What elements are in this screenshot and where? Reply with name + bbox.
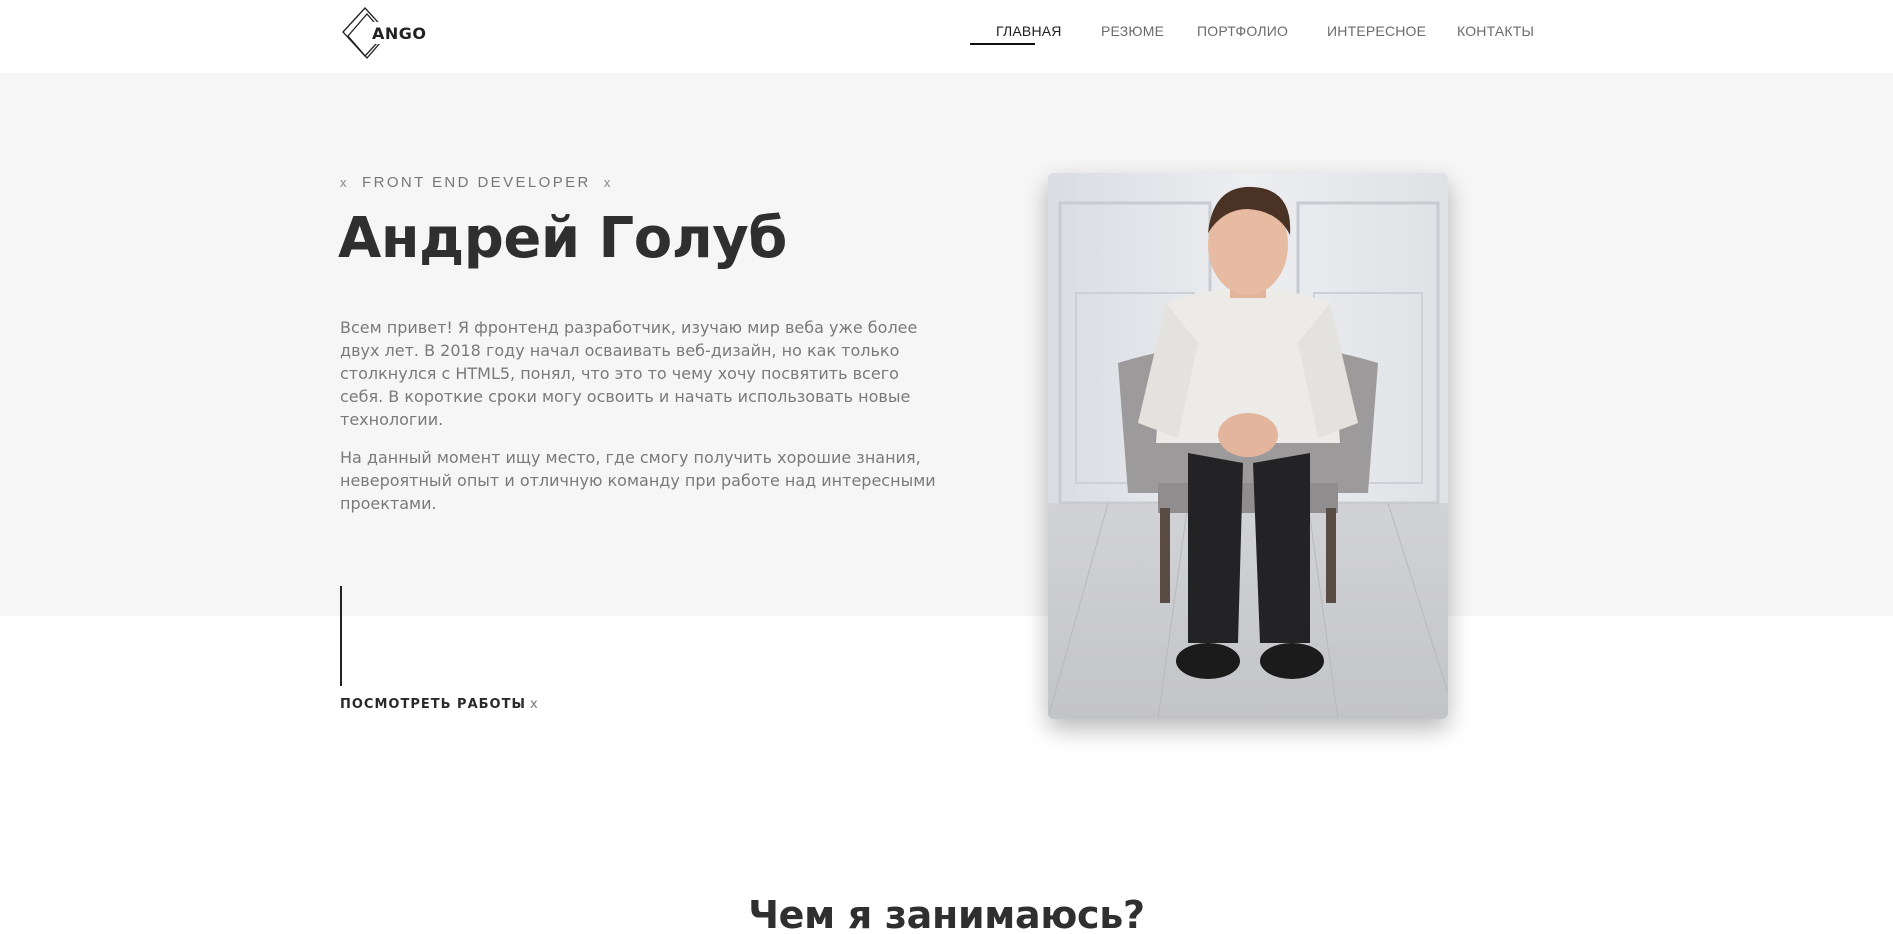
- nav-item-label: ГЛАВНАЯ: [996, 23, 1062, 39]
- goal-paragraph: На данный момент ищу место, где смогу по…: [340, 448, 936, 513]
- view-works-link[interactable]: ПОСМОТРЕТЬ РАБОТЫ x: [340, 697, 539, 712]
- nav-item-label: РЕЗЮМЕ: [1101, 23, 1165, 39]
- hero-subtitle: x FRONT END DEVELOPER x: [340, 174, 613, 191]
- nav-item-interesting[interactable]: ИНТЕРЕСНОЕ: [1327, 23, 1426, 39]
- hero-background: [0, 73, 1893, 616]
- cta-marker: x: [529, 697, 539, 712]
- hero-name: Андрей Голуб: [338, 206, 787, 271]
- what-i-do-title: Чем я занимаюсь?: [748, 893, 1145, 934]
- intro-paragraph: Всем привет! Я фронтенд разработчик, изу…: [340, 318, 918, 429]
- nav-item-label: ИНТЕРЕСНОЕ: [1327, 23, 1427, 39]
- logo-text: ANGO: [372, 24, 427, 43]
- subtitle-marker-left: x: [340, 175, 349, 190]
- subtitle-text: FRONT END DEVELOPER: [362, 174, 591, 191]
- logo[interactable]: ANGO: [340, 6, 430, 60]
- site-header: ANGO ГЛАВНАЯ РЕЗЮМЕ ПОРТФОЛИО ИНТЕРЕСНОЕ…: [0, 0, 1893, 73]
- nav-item-label: ПОРТФОЛИО: [1197, 23, 1289, 39]
- view-works-label: ПОСМОТРЕТЬ РАБОТЫ: [340, 697, 526, 712]
- nav-item-resume[interactable]: РЕЗЮМЕ: [1101, 23, 1164, 39]
- nav-item-home[interactable]: ГЛАВНАЯ: [996, 23, 1062, 39]
- portrait-photo: [1048, 173, 1448, 719]
- nav-item-portfolio[interactable]: ПОРТФОЛИО: [1197, 23, 1288, 39]
- nav-item-contacts[interactable]: КОНТАКТЫ: [1457, 23, 1534, 39]
- subtitle-marker-right: x: [603, 175, 613, 190]
- cta-vertical-line: [340, 586, 342, 686]
- active-nav-underline: [970, 43, 1035, 45]
- nav-item-label: КОНТАКТЫ: [1457, 23, 1535, 39]
